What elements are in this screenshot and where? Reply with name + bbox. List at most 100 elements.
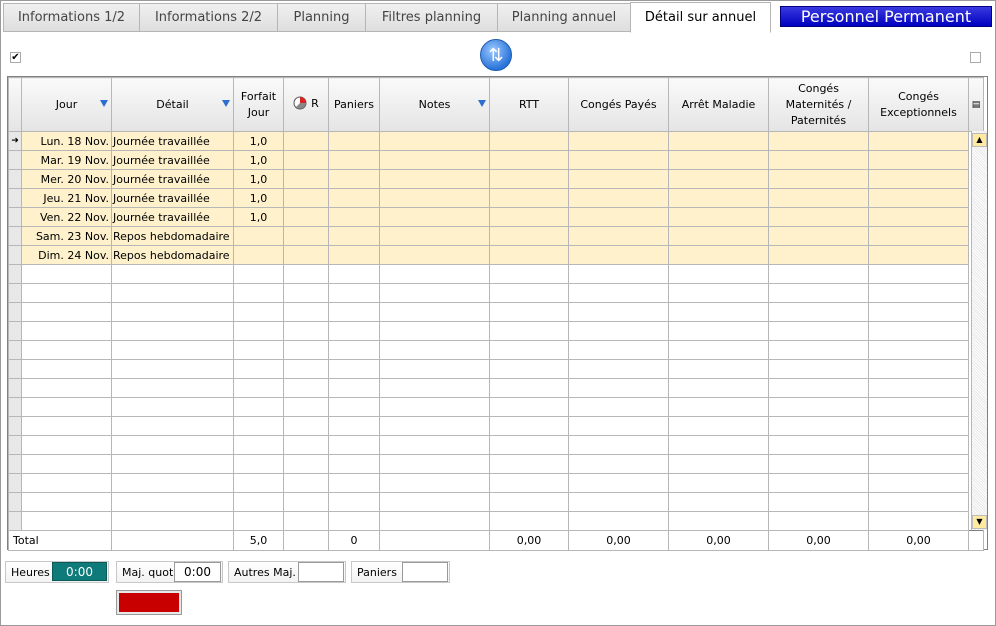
- cell-detail[interactable]: Journée travaillée: [111, 150, 234, 170]
- cell[interactable]: [489, 207, 569, 227]
- cell[interactable]: [489, 188, 569, 208]
- cell-detail[interactable]: Repos hebdomadaire: [111, 226, 234, 246]
- cell[interactable]: [283, 150, 329, 170]
- row-selector[interactable]: [8, 340, 22, 360]
- right-checkbox[interactable]: [970, 52, 981, 63]
- row-selector[interactable]: [8, 226, 22, 246]
- cell[interactable]: [283, 226, 329, 246]
- col-notes[interactable]: Notes: [379, 77, 490, 132]
- cell[interactable]: [868, 226, 969, 246]
- cell[interactable]: [489, 169, 569, 189]
- left-checkbox[interactable]: ✔: [10, 52, 21, 63]
- red-action-button[interactable]: [116, 590, 182, 615]
- cell-jour[interactable]: Jeu. 21 Nov.: [21, 188, 112, 208]
- cell-forfait[interactable]: 1,0: [233, 207, 284, 227]
- cell[interactable]: [568, 207, 669, 227]
- cell[interactable]: [668, 150, 769, 170]
- cell-detail[interactable]: Journée travaillée: [111, 188, 234, 208]
- tab-informations-2[interactable]: Informations 2/2: [139, 3, 278, 32]
- cell[interactable]: [868, 245, 969, 265]
- cell[interactable]: [568, 245, 669, 265]
- column-chooser-icon[interactable]: ▤: [968, 77, 984, 132]
- tab-filtres-planning[interactable]: Filtres planning: [365, 3, 498, 32]
- refresh-icon[interactable]: ⇅: [480, 39, 512, 71]
- cell-forfait[interactable]: 1,0: [233, 169, 284, 189]
- cell[interactable]: [568, 169, 669, 189]
- col-conges-exceptionnels[interactable]: Congés Exceptionnels: [868, 77, 969, 132]
- cell[interactable]: [668, 245, 769, 265]
- cell[interactable]: [768, 226, 869, 246]
- row-selector[interactable]: [8, 302, 22, 322]
- cell[interactable]: [328, 207, 380, 227]
- row-selector[interactable]: [8, 435, 22, 455]
- cell-detail[interactable]: Journée travaillée: [111, 131, 234, 151]
- cell-jour[interactable]: Dim. 24 Nov.: [21, 245, 112, 265]
- table-row[interactable]: Sam. 23 Nov. Repos hebdomadaire: [8, 226, 984, 246]
- row-selector[interactable]: [8, 397, 22, 417]
- cell[interactable]: [868, 169, 969, 189]
- cell[interactable]: [768, 207, 869, 227]
- col-paniers[interactable]: Paniers: [328, 77, 380, 132]
- row-selector[interactable]: [8, 245, 22, 265]
- cell-forfait[interactable]: [233, 245, 284, 265]
- cell[interactable]: [868, 188, 969, 208]
- table-row[interactable]: Jeu. 21 Nov. Journée travaillée 1,0: [8, 188, 984, 208]
- cell[interactable]: [668, 169, 769, 189]
- col-detail[interactable]: Détail: [111, 77, 234, 132]
- row-selector[interactable]: [8, 264, 22, 284]
- row-selector[interactable]: [8, 207, 22, 227]
- cell[interactable]: [283, 188, 329, 208]
- row-selector[interactable]: [8, 492, 22, 512]
- cell[interactable]: [568, 131, 669, 151]
- cell-jour[interactable]: Mer. 20 Nov.: [21, 169, 112, 189]
- cell[interactable]: [668, 207, 769, 227]
- cell[interactable]: [283, 207, 329, 227]
- cell[interactable]: [379, 131, 490, 151]
- cell-detail[interactable]: Repos hebdomadaire: [111, 245, 234, 265]
- cell[interactable]: [568, 150, 669, 170]
- cell[interactable]: [328, 150, 380, 170]
- cell-detail[interactable]: Journée travaillée: [111, 207, 234, 227]
- cell-jour[interactable]: Ven. 22 Nov.: [21, 207, 112, 227]
- cell-forfait[interactable]: 1,0: [233, 150, 284, 170]
- row-selector[interactable]: [8, 321, 22, 341]
- cell[interactable]: [379, 169, 490, 189]
- table-row[interactable]: Ven. 22 Nov. Journée travaillée 1,0: [8, 207, 984, 227]
- tab-planning-annuel[interactable]: Planning annuel: [497, 3, 631, 32]
- cell[interactable]: [328, 131, 380, 151]
- cell[interactable]: [768, 131, 869, 151]
- cell[interactable]: [328, 226, 380, 246]
- cell[interactable]: [379, 207, 490, 227]
- cell[interactable]: [489, 150, 569, 170]
- tab-informations-1[interactable]: Informations 1/2: [3, 3, 140, 32]
- cell[interactable]: [868, 131, 969, 151]
- cell-forfait[interactable]: 1,0: [233, 131, 284, 151]
- cell[interactable]: [379, 150, 490, 170]
- cell[interactable]: [768, 245, 869, 265]
- cell[interactable]: [568, 188, 669, 208]
- cell[interactable]: [283, 245, 329, 265]
- cell-jour[interactable]: Mar. 19 Nov.: [21, 150, 112, 170]
- row-selector[interactable]: [8, 511, 22, 531]
- cell[interactable]: [568, 226, 669, 246]
- col-jour[interactable]: Jour: [21, 77, 112, 132]
- row-selector[interactable]: [8, 283, 22, 303]
- filter-icon[interactable]: [478, 100, 486, 107]
- cell[interactable]: [379, 226, 490, 246]
- col-rtt[interactable]: RTT: [489, 77, 569, 132]
- scroll-up-icon[interactable]: ▲: [972, 133, 987, 147]
- cell[interactable]: [283, 169, 329, 189]
- row-selector[interactable]: [8, 169, 22, 189]
- row-selector[interactable]: [8, 188, 22, 208]
- cell[interactable]: [668, 226, 769, 246]
- cell-forfait[interactable]: [233, 226, 284, 246]
- cell[interactable]: [489, 226, 569, 246]
- tab-detail-sur-annuel[interactable]: Détail sur annuel: [630, 2, 771, 33]
- cell[interactable]: [379, 245, 490, 265]
- paniers-field[interactable]: [402, 562, 448, 582]
- col-arret-maladie[interactable]: Arrêt Maladie: [668, 77, 769, 132]
- table-row[interactable]: Mar. 19 Nov. Journée travaillée 1,0: [8, 150, 984, 170]
- tab-planning[interactable]: Planning: [277, 3, 366, 32]
- row-selector[interactable]: [8, 378, 22, 398]
- cell[interactable]: [328, 169, 380, 189]
